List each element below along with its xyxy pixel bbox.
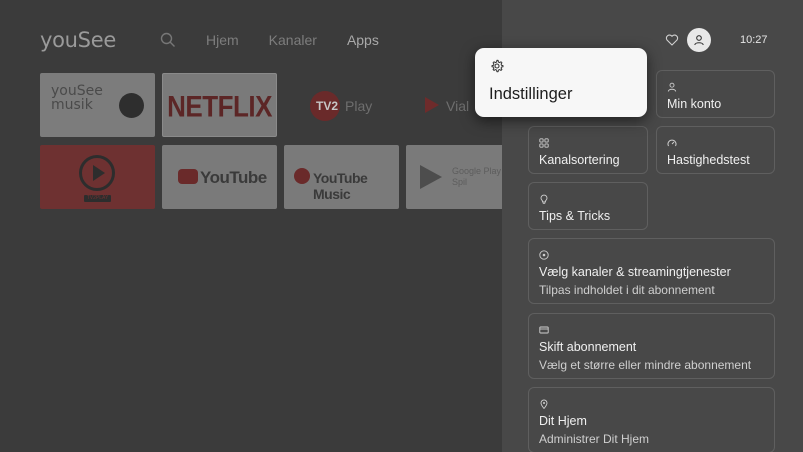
card-label: Vælg kanaler & streamingtjenester [539, 265, 731, 279]
settings-card-tips-tricks[interactable]: Tips & Tricks [528, 182, 648, 230]
card-description: Administrer Dit Hjem [539, 432, 650, 446]
card-label: Skift abonnement [539, 340, 637, 354]
youtube-music-icon [294, 168, 310, 184]
card-description: Tilpas indholdet i dit abonnement [539, 283, 715, 297]
app-tile-netflix[interactable]: NETFLIX [162, 73, 277, 137]
card-label: Min konto [667, 97, 722, 111]
card-label: Dit Hjem [539, 414, 587, 428]
tile-label: YouTube [200, 168, 267, 187]
music-disc-icon [119, 93, 144, 118]
lightbulb-icon [540, 194, 548, 204]
settings-card-dit-hjem[interactable]: Dit Hjem Administrer Dit Hjem [528, 387, 775, 452]
user-icon [667, 82, 677, 92]
youtube-play-icon [178, 169, 198, 184]
app-tile-youtube-music[interactable]: YouTube Music [284, 145, 399, 209]
search-icon[interactable] [160, 32, 176, 48]
clock: 10:27 [740, 34, 768, 46]
google-play-icon [420, 165, 442, 189]
tv2-logo-icon: TV2 [310, 91, 340, 121]
tile-badge: TV2PLAY [84, 195, 111, 202]
card-label: Indstillinger [489, 85, 573, 103]
card-icon [539, 326, 549, 334]
nav-item-apps[interactable]: Apps [347, 32, 379, 48]
plus-circle-icon [539, 250, 549, 260]
location-pin-icon [540, 399, 548, 409]
gear-icon [491, 59, 504, 73]
tv2-logo-text: TV2 [316, 99, 339, 113]
speedometer-icon [667, 139, 677, 147]
heart-icon[interactable] [665, 33, 679, 47]
avatar[interactable] [687, 28, 711, 52]
card-description: Vælg et større eller mindre abonnement [539, 358, 752, 372]
nav-item-kanaler[interactable]: Kanaler [269, 32, 317, 48]
settings-card-min-konto[interactable]: Min konto [656, 70, 775, 118]
grid-icon [539, 138, 549, 148]
settings-card-hastighedstest[interactable]: Hastighedstest [656, 126, 775, 174]
yousee-logo: youSee [40, 28, 116, 52]
app-tile-tv2play[interactable]: TV2PLAY [40, 145, 155, 209]
settings-card-indstillinger-focused[interactable]: Indstillinger [475, 48, 647, 117]
tile-label: Vial [446, 98, 470, 114]
card-label: Tips & Tricks [539, 209, 611, 223]
settings-card-kanalsortering[interactable]: Kanalsortering [528, 126, 648, 174]
tile-label: youSee musik [51, 83, 103, 113]
tile-label: Play [345, 98, 373, 114]
settings-card-skift-abonnement[interactable]: Skift abonnement Vælg et større eller mi… [528, 313, 775, 379]
app-tile-youtube[interactable]: YouTube [162, 145, 277, 209]
tile-label: YouTube Music [313, 170, 368, 202]
card-label: Kanalsortering [539, 153, 620, 167]
top-navigation: Hjem Kanaler Apps [160, 32, 409, 48]
viaplay-logo-icon [425, 97, 439, 113]
play-icon [93, 165, 105, 181]
nav-item-hjem[interactable]: Hjem [206, 32, 239, 48]
tile-label: NETFLIX [167, 88, 272, 124]
card-label: Hastighedstest [667, 153, 750, 167]
app-tile-yousee-musik[interactable]: youSee musik [40, 73, 155, 137]
settings-card-vaelg-kanaler[interactable]: Vælg kanaler & streamingtjenester Tilpas… [528, 238, 775, 304]
app-tile-tv2-play[interactable]: TV2 Play [284, 73, 399, 137]
user-icon [694, 35, 704, 46]
